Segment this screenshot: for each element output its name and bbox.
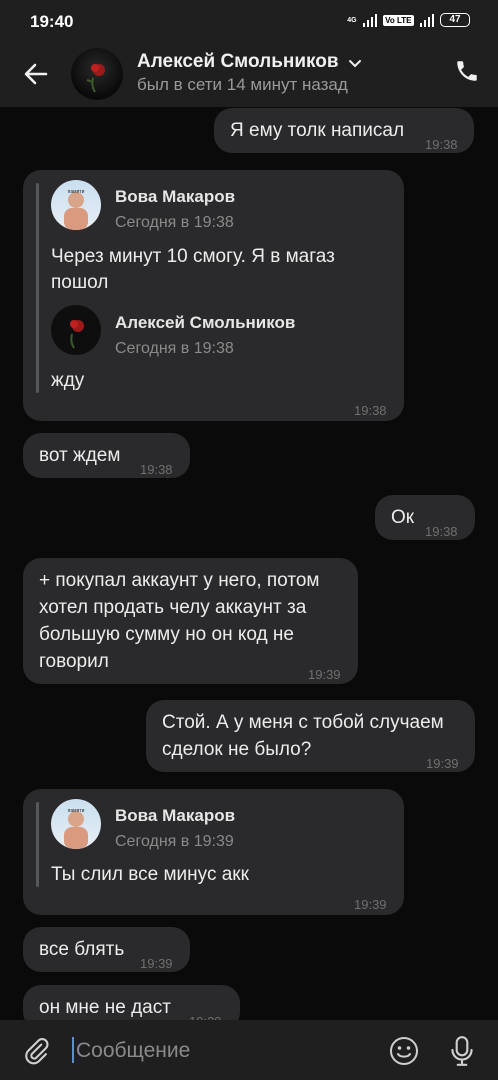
message-text: вот ждем	[39, 445, 121, 466]
signal-icon	[362, 13, 378, 27]
message-text: большую сумму но он код не	[39, 624, 294, 645]
message-time: 19:38	[425, 524, 458, 539]
status-bar: 19:40 4G Vo LTE 47	[0, 0, 498, 44]
last-seen-status: был в сети 14 минут назад	[137, 75, 348, 94]
avatar: памяти	[51, 799, 101, 849]
forward-author-name: Вова Макаров	[115, 806, 236, 825]
avatar: памяти	[51, 180, 101, 230]
forward-date: Сегодня в 19:38	[115, 214, 234, 231]
message-text: все блять	[39, 939, 125, 960]
contact-name[interactable]: Алексей Смольников	[137, 51, 339, 73]
svg-text:памяти: памяти	[68, 189, 85, 195]
text-cursor	[72, 1037, 74, 1063]
forward-author-name: Алексей Смольников	[115, 313, 296, 332]
avatar	[51, 305, 101, 355]
smile-icon[interactable]	[388, 1035, 420, 1067]
message-time: 19:39	[140, 956, 173, 971]
svg-text:памяти: памяти	[68, 808, 85, 814]
message-bubble-incoming[interactable]: + покупал аккаунт у него, потом хотел пр…	[23, 558, 358, 684]
volte-badge: Vo LTE	[383, 14, 414, 26]
forward-bar	[36, 802, 39, 887]
network-type-label: 4G	[347, 16, 357, 24]
message-text: говорил	[39, 651, 109, 672]
message-text: он мне не даст	[39, 997, 171, 1018]
person-photo-icon: памяти	[64, 808, 88, 849]
forward-date: Сегодня в 19:38	[115, 340, 234, 357]
contact-avatar[interactable]	[71, 48, 123, 100]
message-bubble-incoming[interactable]: все блять 19:39	[23, 927, 190, 972]
message-bubble-outgoing[interactable]: Ок 19:38	[375, 495, 475, 540]
message-time: 19:39	[354, 897, 387, 912]
message-input-bar: Сообщение	[0, 1020, 498, 1080]
rose-icon	[86, 64, 105, 93]
message-bubble-incoming-forwarded[interactable]: памяти Вова Макаров Сегодня в 19:38 Чере…	[23, 170, 404, 421]
chevron-down-icon[interactable]	[348, 56, 362, 70]
message-time: 19:39	[426, 756, 459, 771]
forward-text: Ты слил все минус акк	[51, 864, 249, 885]
battery-icon: 47	[440, 13, 470, 27]
forward-text: Через минут 10 смогу. Я в магаз	[51, 246, 335, 267]
message-text: сделок не было?	[162, 739, 312, 760]
phone-icon[interactable]	[454, 58, 480, 84]
person-photo-icon: памяти	[64, 189, 88, 230]
message-bubble-incoming[interactable]: вот ждем 19:38	[23, 433, 190, 478]
forward-date: Сегодня в 19:39	[115, 833, 234, 850]
message-text: + покупал аккаунт у него, потом	[39, 570, 320, 591]
message-input[interactable]: Сообщение	[76, 1039, 190, 1063]
message-time: 19:38	[354, 403, 387, 418]
signal-icon	[419, 13, 434, 27]
paperclip-icon[interactable]	[22, 1036, 50, 1066]
microphone-icon[interactable]	[449, 1034, 475, 1068]
message-text: Я ему толк написал	[230, 120, 405, 141]
message-bubble-incoming-forwarded[interactable]: памяти Вова Макаров Сегодня в 19:39 Ты с…	[23, 789, 404, 915]
message-time: 19:39	[308, 667, 341, 682]
forward-author-name: Вова Макаров	[115, 187, 236, 206]
forward-bar	[36, 183, 39, 393]
message-bubble-outgoing[interactable]: Я ему толк написал 19:38	[214, 108, 474, 153]
message-time: 19:38	[140, 462, 173, 477]
status-time: 19:40	[30, 12, 74, 31]
forward-text: жду	[51, 370, 85, 391]
message-bubble-outgoing[interactable]: Стой. А у меня с тобой случаем сделок не…	[146, 700, 475, 772]
message-text: хотел продать челу аккаунт за	[39, 597, 307, 618]
status-icons: 4G Vo LTE 47	[347, 13, 470, 27]
message-text: Ок	[391, 507, 415, 528]
forward-text: пошол	[51, 272, 109, 293]
chat-header: Алексей Смольников был в сети 14 минут н…	[0, 44, 498, 107]
arrow-left-icon[interactable]	[20, 58, 52, 90]
rose-icon	[70, 320, 84, 349]
message-text: Стой. А у меня с тобой случаем	[162, 712, 444, 733]
message-time: 19:38	[425, 137, 458, 152]
